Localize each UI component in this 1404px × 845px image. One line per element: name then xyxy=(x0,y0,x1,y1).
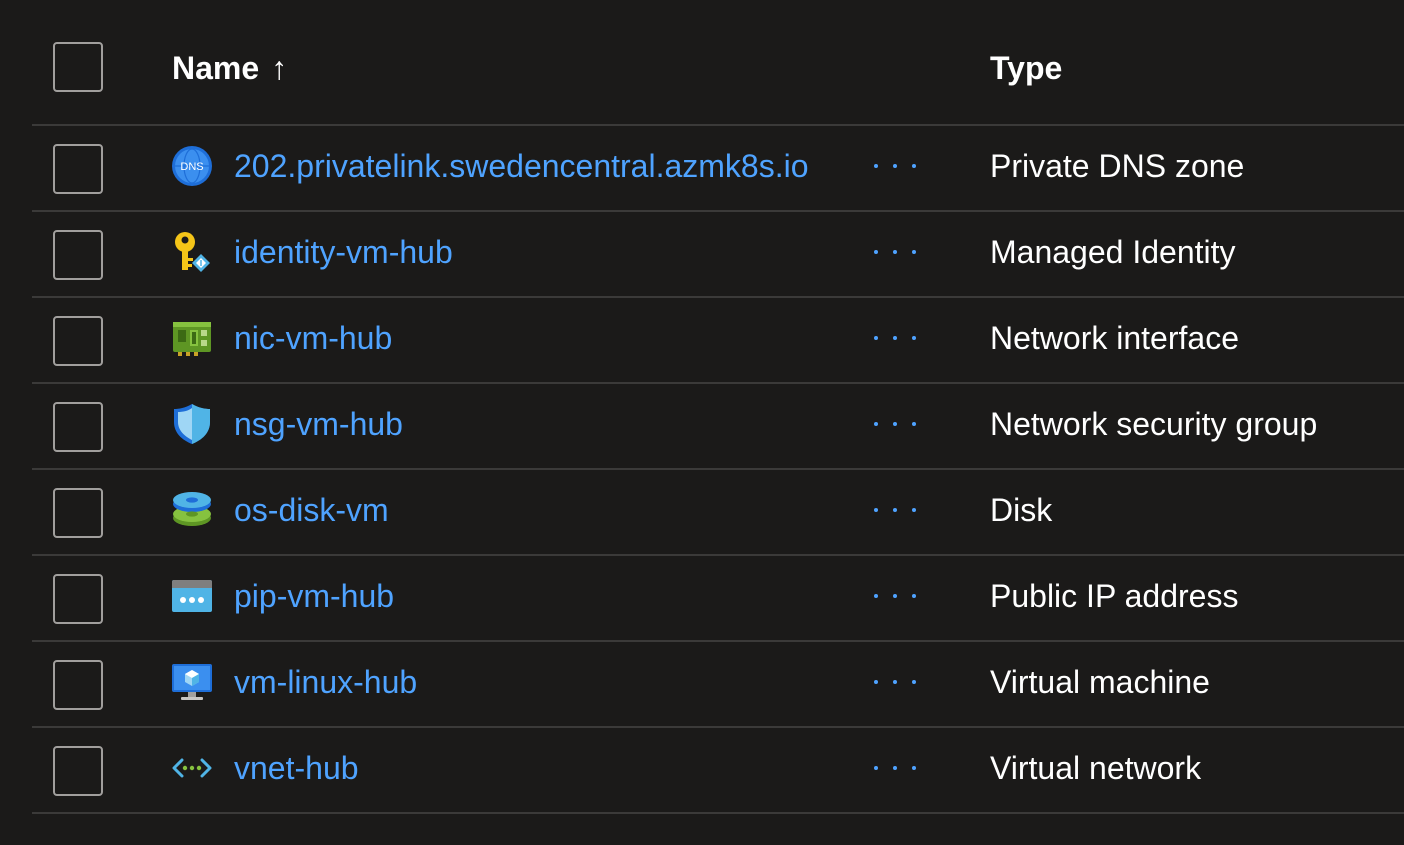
row-checkbox[interactable] xyxy=(53,144,103,194)
resource-type: Virtual machine xyxy=(990,664,1210,700)
resource-name-link[interactable]: nic-vm-hub xyxy=(234,318,392,358)
more-actions-button[interactable] xyxy=(874,500,916,520)
resource-type: Public IP address xyxy=(990,578,1239,614)
row-checkbox[interactable] xyxy=(53,316,103,366)
resource-type: Disk xyxy=(990,492,1053,528)
resource-type: Network security group xyxy=(990,406,1318,442)
sort-ascending-icon: ↑ xyxy=(271,50,288,86)
select-all-checkbox[interactable] xyxy=(53,42,103,92)
resource-type: Virtual network xyxy=(990,750,1202,786)
disk-icon xyxy=(170,488,214,532)
more-actions-button[interactable] xyxy=(874,672,916,692)
resource-name-link[interactable]: pip-vm-hub xyxy=(234,576,394,616)
resource-name-link[interactable]: vnet-hub xyxy=(234,748,359,788)
table-row: identity-vm-hub Managed Identity xyxy=(32,212,1404,298)
name-column-header[interactable]: Name ↑ xyxy=(172,48,287,88)
table-row: vm-linux-hub Virtual machine xyxy=(32,642,1404,728)
resource-name-link[interactable]: identity-vm-hub xyxy=(234,232,453,272)
table-row: nic-vm-hub Network interface xyxy=(32,298,1404,384)
resource-type: Managed Identity xyxy=(990,234,1236,270)
more-actions-button[interactable] xyxy=(874,586,916,606)
resource-name-link[interactable]: vm-linux-hub xyxy=(234,662,417,702)
row-checkbox[interactable] xyxy=(53,660,103,710)
virtual-machine-icon xyxy=(170,660,214,704)
more-actions-button[interactable] xyxy=(874,242,916,262)
table-row: vnet-hub Virtual network xyxy=(32,728,1404,814)
row-checkbox[interactable] xyxy=(53,574,103,624)
more-actions-button[interactable] xyxy=(874,156,916,176)
more-actions-button[interactable] xyxy=(874,414,916,434)
shield-icon xyxy=(170,402,214,446)
type-column-header[interactable]: Type xyxy=(990,48,1062,88)
network-interface-icon xyxy=(170,316,214,360)
dns-icon-label: DNS xyxy=(180,161,203,173)
more-actions-button[interactable] xyxy=(874,758,916,778)
table-row: DNS 202.privatelink.swedencentral.azmk8s… xyxy=(32,126,1404,212)
table-row: nsg-vm-hub Network security group xyxy=(32,384,1404,470)
grid-header-row: Name ↑ Type xyxy=(32,0,1404,126)
public-ip-icon xyxy=(170,574,214,618)
row-checkbox[interactable] xyxy=(53,488,103,538)
row-checkbox[interactable] xyxy=(53,402,103,452)
resource-name-link[interactable]: os-disk-vm xyxy=(234,490,389,530)
name-column-label: Name xyxy=(172,50,260,86)
resource-type: Network interface xyxy=(990,320,1239,356)
row-checkbox[interactable] xyxy=(53,746,103,796)
more-actions-button[interactable] xyxy=(874,328,916,348)
row-checkbox[interactable] xyxy=(53,230,103,280)
dns-zone-icon: DNS xyxy=(170,144,214,188)
managed-identity-icon xyxy=(170,230,214,274)
resource-grid: Name ↑ Type DNS 202.privatelink.swedencen… xyxy=(0,0,1404,814)
resource-name-link[interactable]: nsg-vm-hub xyxy=(234,404,403,444)
virtual-network-icon xyxy=(170,746,214,790)
resource-name-link[interactable]: 202.privatelink.swedencentral.azmk8s.io xyxy=(234,146,809,186)
resource-type: Private DNS zone xyxy=(990,148,1245,184)
table-row: os-disk-vm Disk xyxy=(32,470,1404,556)
table-row: pip-vm-hub Public IP address xyxy=(32,556,1404,642)
